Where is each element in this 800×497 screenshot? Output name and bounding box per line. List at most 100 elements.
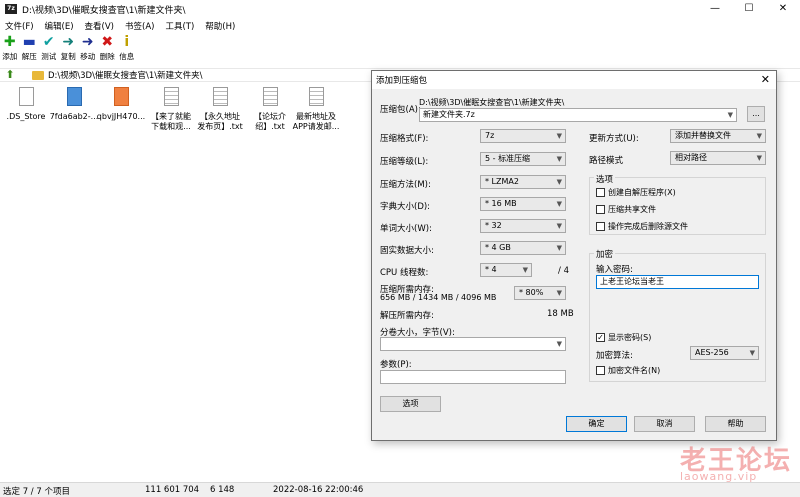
enc-method-value: AES-256: [695, 348, 729, 357]
format-select[interactable]: 7z ▼: [480, 129, 566, 143]
menu-view[interactable]: 查看(V): [80, 20, 120, 32]
menu-tools[interactable]: 工具(T): [160, 20, 200, 32]
level-select[interactable]: 5 - 标准压缩 ▼: [480, 152, 566, 166]
method-value: * LZMA2: [485, 177, 519, 186]
update-select[interactable]: 添加并替换文件 ▼: [670, 129, 766, 143]
toolbar-button-2[interactable]: ✔ 测试: [39, 34, 59, 64]
extract-icon: ▬: [22, 34, 36, 50]
minimize-button[interactable]: —: [698, 0, 732, 18]
move-icon: ➜: [81, 34, 94, 50]
ok-button[interactable]: 确定: [566, 416, 627, 432]
password-label: 输入密码:: [596, 265, 633, 275]
encrypt-names-checkbox[interactable]: 加密文件名(N): [596, 365, 660, 376]
menu-help[interactable]: 帮助(H): [200, 20, 241, 32]
title-bar: 7z D:\视频\3D\催眠女搜查官\1\新建文件夹\ — ☐ ✕: [0, 0, 800, 18]
dict-select[interactable]: * 16 MB ▼: [480, 197, 566, 211]
shared-label: 压缩共享文件: [608, 205, 656, 214]
help-button[interactable]: 帮助: [705, 416, 766, 432]
file-name: 最新地址及 APP请发邮...: [290, 112, 342, 132]
file-name-line: 下载和观...: [151, 122, 191, 131]
format-value: 7z: [485, 131, 495, 140]
cpu-total: / 4: [558, 266, 569, 276]
address-input[interactable]: D:\视频\3D\催眠女搜查官\1\新建文件夹\: [48, 69, 202, 81]
add-to-archive-dialog: 添加到压缩包 ✕ 压缩包(A): D:\视频\3D\催眠女搜查官\1\新建文件夹…: [371, 70, 777, 441]
chevron-down-icon: ▼: [556, 289, 562, 297]
list-item[interactable]: .DS_Store: [0, 87, 52, 122]
toolbar-button-1[interactable]: ▬ 解压: [20, 34, 40, 64]
up-folder-icon[interactable]: ⬆: [4, 69, 16, 81]
toolbar-button-5[interactable]: ✖ 删除: [98, 34, 118, 64]
7zip-app-icon: 7z: [5, 4, 17, 14]
sfx-checkbox[interactable]: 创建自解压程序(X): [596, 187, 676, 198]
list-item[interactable]: 【永久地址 发布页】.txt: [194, 87, 246, 132]
enc-method-select[interactable]: AES-256 ▼: [690, 346, 759, 360]
maximize-button[interactable]: ☐: [732, 0, 766, 18]
toolbar-button-0[interactable]: ✚ 添加: [0, 34, 20, 64]
list-item[interactable]: 【来了就能 下载和观...: [145, 87, 197, 132]
method-select[interactable]: * LZMA2 ▼: [480, 175, 566, 189]
method-label: 压缩方法(M):: [380, 180, 431, 190]
cpu-select[interactable]: * 4 ▼: [480, 263, 532, 277]
mem-comp-select[interactable]: * 80% ▼: [514, 286, 566, 300]
dialog-close-icon[interactable]: ✕: [761, 73, 770, 86]
test-icon: ✔: [42, 34, 55, 50]
chevron-down-icon: ▼: [556, 222, 562, 230]
mem-decomp-label: 解压所需内存:: [380, 311, 434, 321]
chevron-down-icon: ▼: [756, 154, 762, 162]
browse-button[interactable]: ...: [747, 106, 765, 122]
cancel-button[interactable]: 取消: [634, 416, 695, 432]
show-password-checkbox[interactable]: ✓ 显示密码(S): [596, 332, 651, 343]
encrypt-names-label: 加密文件名(N): [608, 366, 661, 375]
chevron-down-icon: ▼: [727, 111, 733, 119]
solid-label: 固实数据大小:: [380, 246, 434, 256]
menu-bar: 文件(F) 编辑(E) 查看(V) 书签(A) 工具(T) 帮助(H): [0, 18, 800, 33]
path-select[interactable]: 相对路径 ▼: [670, 151, 766, 165]
list-item[interactable]: 【论坛介 绍】.txt: [244, 87, 296, 132]
mem-decomp-value: 18 MB: [547, 309, 574, 319]
check-icon: ✓: [596, 333, 605, 342]
params-input[interactable]: [380, 370, 566, 384]
split-input[interactable]: ▼: [380, 337, 566, 351]
toolbar-button-6[interactable]: i 信息: [117, 34, 137, 64]
shared-box: [596, 205, 605, 214]
chevron-down-icon: ▼: [756, 132, 762, 140]
file-name: qbvjJH470...: [95, 112, 147, 122]
list-item[interactable]: qbvjJH470...: [95, 87, 147, 122]
solid-select[interactable]: * 4 GB ▼: [480, 241, 566, 255]
update-label: 更新方式(U):: [589, 134, 639, 144]
file-name-line: .DS_Store: [6, 112, 46, 121]
close-button[interactable]: ✕: [766, 0, 800, 18]
password-value: 上老王论坛当老王: [600, 277, 664, 286]
toolbar-button-3[interactable]: ➜ 复制: [59, 34, 79, 64]
toolbar: ✚ 添加 ▬ 解压 ✔ 测试 ➜ 复制 ➜ 移动 ✖ 删除 i 信息: [0, 34, 800, 64]
chevron-down-icon: ▼: [749, 349, 755, 357]
file-name-line: 发布页】.txt: [197, 122, 243, 131]
delete-box: [596, 222, 605, 231]
path-label: 路径模式: [589, 156, 624, 166]
menu-file[interactable]: 文件(F): [0, 20, 40, 32]
sfx-label: 创建自解压程序(X): [608, 188, 676, 197]
update-value: 添加并替换文件: [675, 131, 731, 140]
password-input[interactable]: 上老王论坛当老王: [596, 275, 759, 289]
text-file-icon: [262, 87, 278, 106]
copy-icon: ➜: [62, 34, 75, 50]
menu-edit[interactable]: 编辑(E): [40, 20, 80, 32]
file-name-line: 【永久地址: [200, 112, 240, 121]
word-value: * 32: [485, 221, 502, 230]
list-item[interactable]: 7fda6ab2-...: [48, 87, 100, 122]
mp4-file-icon: [113, 87, 129, 106]
chevron-down-icon: ▼: [556, 200, 562, 208]
word-select[interactable]: * 32 ▼: [480, 219, 566, 233]
delete-checkbox[interactable]: 操作完成后删除源文件: [596, 221, 688, 232]
menu-bookmarks[interactable]: 书签(A): [120, 20, 160, 32]
shared-checkbox[interactable]: 压缩共享文件: [596, 204, 656, 215]
chevron-down-icon: ▼: [556, 132, 562, 140]
text-file-icon: [163, 87, 179, 106]
file-name: 7fda6ab2-...: [48, 112, 100, 122]
params-label: 参数(P):: [380, 360, 412, 370]
options-button[interactable]: 选项: [380, 396, 441, 412]
list-item[interactable]: 最新地址及 APP请发邮...: [290, 87, 342, 132]
toolbar-button-4[interactable]: ➜ 移动: [78, 34, 98, 64]
archive-name-input[interactable]: 新建文件夹.7z ▼: [419, 108, 737, 122]
enc-method-label: 加密算法:: [596, 351, 633, 361]
